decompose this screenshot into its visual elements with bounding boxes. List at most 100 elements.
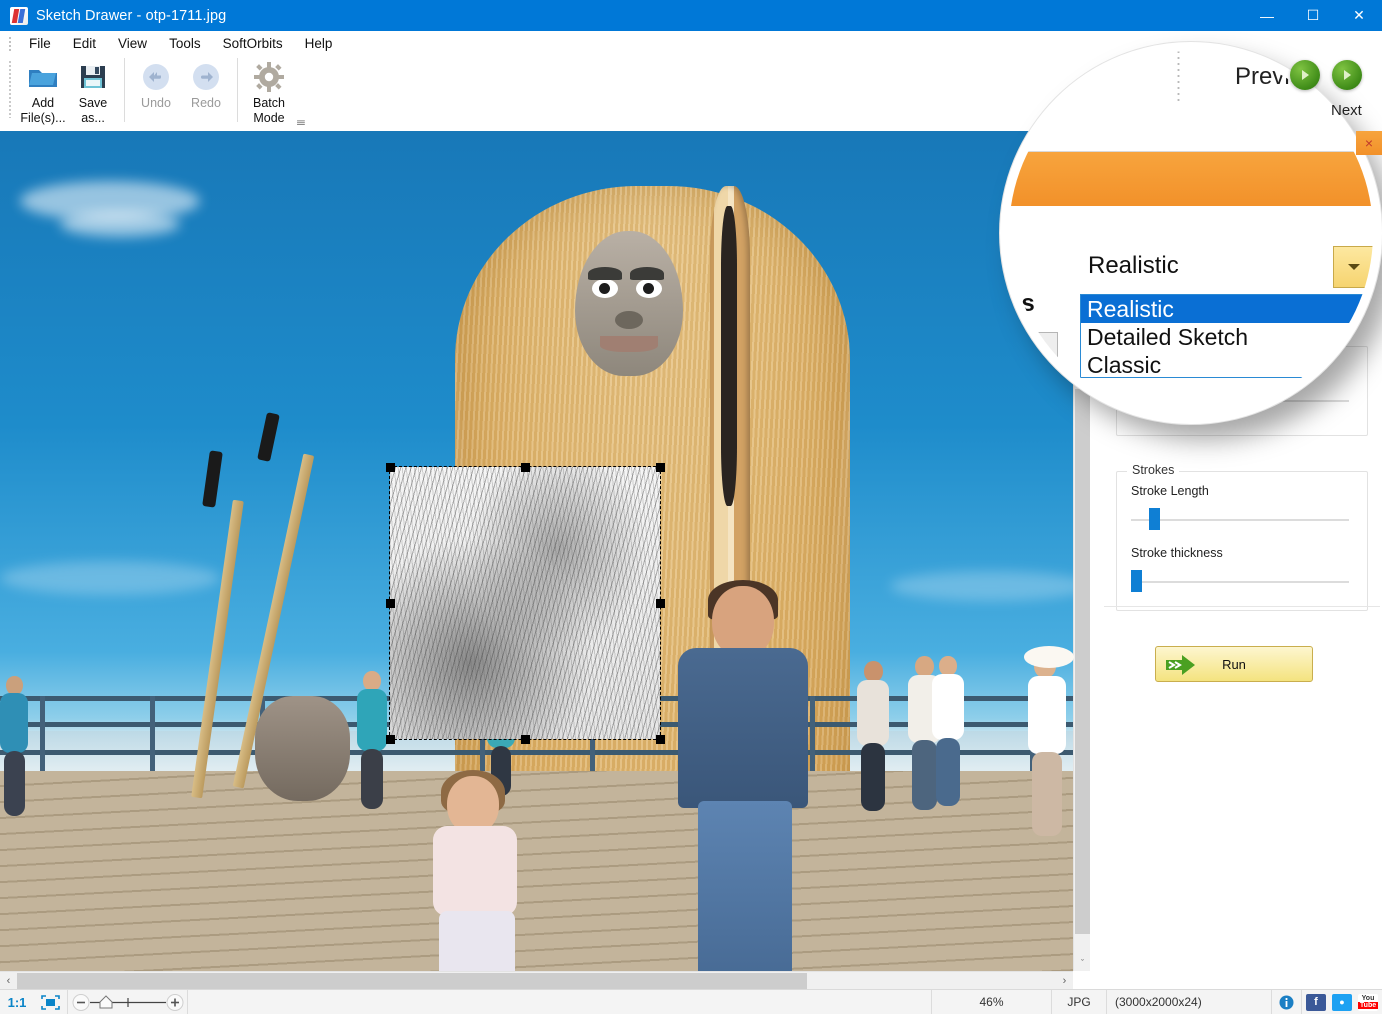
bystander-6 <box>1020 646 1078 836</box>
zoom-percent-label: 46% <box>932 990 1052 1014</box>
bystander-7 <box>0 676 30 816</box>
ski-pole-tip-2 <box>202 450 223 507</box>
stroke-length-slider[interactable] <box>1131 514 1349 526</box>
toolbar-separator-1 <box>124 58 125 122</box>
menu-item-edit[interactable]: Edit <box>62 34 107 53</box>
close-button[interactable]: ✕ <box>1336 0 1382 31</box>
save-as-button[interactable]: Save as... <box>68 56 118 126</box>
scroll-left-arrow[interactable]: ‹ <box>0 972 17 990</box>
app-logo-icon <box>10 7 28 25</box>
style-option-detailed-sketch[interactable]: Detailed Sketch <box>1081 323 1369 351</box>
facebook-icon[interactable]: f <box>1306 994 1326 1011</box>
minimize-button[interactable]: — <box>1244 0 1290 31</box>
child-figure <box>415 776 535 971</box>
man-figure <box>670 586 830 971</box>
horizontal-scrollbar-thumb[interactable] <box>17 973 807 989</box>
selection-handle-tc <box>521 463 530 472</box>
stroke-length-slider-thumb[interactable] <box>1149 508 1160 530</box>
stroke-thickness-slider-track <box>1131 581 1349 583</box>
canvas-horizontal-scrollbar[interactable]: ‹ › <box>0 971 1073 989</box>
bystander-1 <box>355 671 389 811</box>
selection-handle-bc <box>521 735 530 744</box>
sketch-preview-selection[interactable] <box>390 467 660 739</box>
menu-item-softorbits[interactable]: SoftOrbits <box>212 34 294 53</box>
gorilla-eye-right <box>636 279 662 298</box>
add-files-button[interactable]: Add File(s)... <box>18 56 68 126</box>
chevron-down-icon[interactable] <box>1333 246 1375 288</box>
selection-handle-ml <box>386 599 395 608</box>
image-canvas[interactable] <box>0 131 1090 971</box>
scroll-down-arrow[interactable]: ˇ <box>1074 954 1091 971</box>
gorilla-eye-left <box>592 279 618 298</box>
style-combobox-value[interactable]: Realistic <box>1088 252 1179 280</box>
stroke-thickness-label: Stroke thickness <box>1131 546 1223 560</box>
scroll-right-arrow[interactable]: › <box>1056 972 1073 990</box>
open-folder-icon <box>27 60 59 94</box>
outside-next-button[interactable] <box>1290 60 1320 90</box>
run-button-label: Run <box>1222 657 1246 672</box>
outside-next-arrow-icon-2 <box>1332 60 1362 90</box>
undo-arrow-icon <box>141 60 171 94</box>
outside-next-button-2[interactable] <box>1332 60 1362 90</box>
menu-item-file[interactable]: File <box>18 34 62 53</box>
gorilla-brow-left <box>588 267 622 280</box>
style-option-classic[interactable]: Classic <box>1081 351 1369 379</box>
gorilla-nose <box>615 311 643 329</box>
stroke-thickness-slider[interactable] <box>1131 576 1349 588</box>
selection-handle-tl <box>386 463 395 472</box>
undo-button[interactable]: Undo <box>131 56 181 126</box>
magnifier-lens: Previous Next lbox × Style Realistic Rea… <box>1000 42 1382 424</box>
stroke-length-slider-track <box>1131 519 1349 521</box>
fit-to-window-icon[interactable] <box>34 990 68 1014</box>
window-controls: — ☐ ✕ <box>1244 0 1382 31</box>
presets-combobox[interactable]: Default <box>1000 332 1058 378</box>
toolbar-drag-grip[interactable] <box>8 60 12 118</box>
twitter-icon[interactable]: ● <box>1332 994 1352 1011</box>
maximize-button[interactable]: ☐ <box>1290 0 1336 31</box>
gorilla-face <box>575 231 683 376</box>
outside-next-arrow-icon <box>1290 60 1320 90</box>
selection-handle-br <box>656 735 665 744</box>
image-dimensions-label: (3000x2000x24) <box>1107 990 1272 1014</box>
style-option-realistic[interactable]: Realistic <box>1081 295 1369 323</box>
redo-arrow-icon <box>191 60 221 94</box>
stroke-length-label: Stroke Length <box>1131 484 1209 498</box>
run-button[interactable]: Run <box>1155 646 1313 682</box>
social-links: f ● You Tube <box>1302 990 1382 1014</box>
redo-label: Redo <box>191 96 221 111</box>
menu-item-tools[interactable]: Tools <box>158 34 212 53</box>
toolbar-expand-chevron[interactable]: ≡ <box>296 118 305 129</box>
strokes-group-label: Strokes <box>1127 463 1179 477</box>
zoom-slider[interactable] <box>68 990 188 1014</box>
batch-mode-label: Batch Mode <box>253 96 285 126</box>
file-format-label: JPG <box>1052 990 1107 1014</box>
child-pants <box>439 911 515 971</box>
strokes-group: Strokes Stroke Length Stroke thickness <box>1116 471 1368 611</box>
nav-drag-grip[interactable] <box>1177 42 1180 105</box>
man-jeans <box>698 801 792 971</box>
batch-mode-button[interactable]: Batch Mode <box>244 56 294 126</box>
status-bar: 1:1 46% JPG (3000x2000x24) f <box>0 989 1382 1014</box>
bystander-3 <box>855 661 891 811</box>
panel-divider <box>1104 606 1380 607</box>
menu-item-view[interactable]: View <box>107 34 158 53</box>
youtube-icon[interactable]: You Tube <box>1358 994 1378 1011</box>
toolbox-dialog: lbox × Style Realistic Realistic Detaile… <box>1000 151 1382 424</box>
undo-label: Undo <box>141 96 171 111</box>
status-spacer <box>188 990 932 1014</box>
redo-button[interactable]: Redo <box>181 56 231 126</box>
window-titlebar: Sketch Drawer - otp-1711.jpg — ☐ ✕ <box>0 0 1382 31</box>
window-title: Sketch Drawer - otp-1711.jpg <box>36 8 226 24</box>
toolbox-close-sliver-icon[interactable]: × <box>1356 131 1382 155</box>
child-top <box>433 826 517 916</box>
info-icon[interactable] <box>1272 990 1302 1014</box>
menu-item-help[interactable]: Help <box>294 34 344 53</box>
style-dropdown-list[interactable]: Realistic Detailed Sketch Classic <box>1080 294 1370 378</box>
selection-handle-tr <box>656 463 665 472</box>
zoom-ratio-button[interactable]: 1:1 <box>0 990 34 1014</box>
menu-drag-grip[interactable] <box>8 36 12 52</box>
add-files-label: Add File(s)... <box>20 96 65 126</box>
stroke-thickness-slider-thumb[interactable] <box>1131 570 1142 592</box>
gear-icon <box>254 60 284 94</box>
bystander-5 <box>930 656 966 808</box>
